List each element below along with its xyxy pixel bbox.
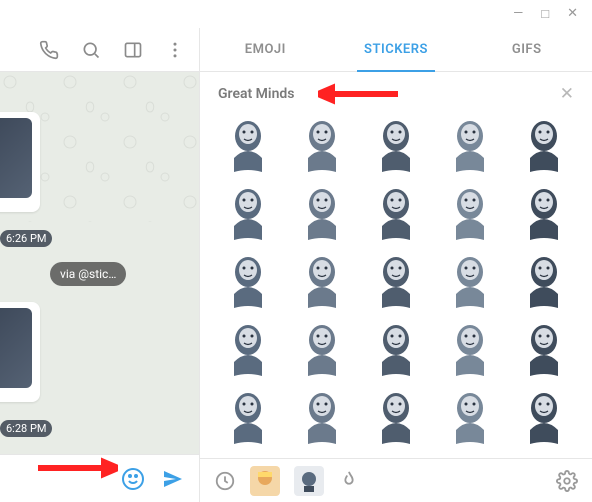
sticker-feynman[interactable] [292, 386, 352, 446]
recent-icon[interactable] [214, 470, 236, 492]
message-bubble[interactable] [0, 112, 40, 212]
sticker-mercury[interactable] [366, 114, 426, 174]
sticker-chaplin[interactable] [514, 318, 574, 378]
sticker-cartoon-woman[interactable] [292, 114, 352, 174]
sticker-dali[interactable] [218, 114, 278, 174]
emoji-button[interactable] [121, 467, 145, 491]
sticker-armstrong[interactable] [440, 318, 500, 378]
trending-icon[interactable] [338, 470, 360, 492]
send-button[interactable] [161, 467, 185, 491]
sticker-cobain[interactable] [218, 318, 278, 378]
sticker-newton[interactable] [440, 386, 500, 446]
close-icon[interactable]: ✕ [560, 84, 574, 104]
window-controls: — □ ✕ [499, 0, 592, 28]
sticker-panel: EMOJI STICKERS GIFS Great Minds ✕ [200, 28, 592, 502]
sticker-twain[interactable] [440, 182, 500, 242]
sticker-lennon[interactable] [366, 318, 426, 378]
timestamp: 6:26 PM [0, 230, 52, 247]
sticker-cleopatra[interactable] [366, 250, 426, 310]
timestamp: 6:28 PM [0, 420, 52, 437]
sticker-einstein[interactable] [514, 386, 574, 446]
tab-emoji[interactable]: EMOJI [200, 28, 331, 71]
sticker-grid-scroll[interactable] [200, 110, 592, 458]
sticker-harry-potter[interactable] [218, 250, 278, 310]
sticker-hendrix[interactable] [440, 250, 500, 310]
pack-thumb[interactable] [294, 466, 324, 496]
sticker-elvis[interactable] [292, 182, 352, 242]
sticker-franklin[interactable] [514, 250, 574, 310]
message-bubble[interactable] [0, 302, 40, 402]
via-badge[interactable]: via @stic… [50, 262, 126, 286]
sticker-bottom-bar [200, 458, 592, 502]
settings-icon[interactable] [556, 470, 578, 492]
sticker-bust[interactable] [366, 386, 426, 446]
sticker-che[interactable] [440, 114, 500, 174]
chat-column: 6:26 PM via @stic… 6:28 PM [0, 28, 200, 502]
chat-toolbar [0, 28, 199, 72]
sticker-gandhi[interactable] [292, 250, 352, 310]
sidebar-icon[interactable] [123, 40, 143, 60]
media-tabs: EMOJI STICKERS GIFS [200, 28, 592, 72]
sticker-steve-jobs[interactable] [514, 114, 574, 174]
minimize-button[interactable]: — [513, 6, 523, 22]
maximize-button[interactable]: □ [541, 6, 549, 22]
tab-gifs[interactable]: GIFS [461, 28, 592, 71]
tab-stickers[interactable]: STICKERS [331, 28, 462, 71]
compose-bar [0, 454, 199, 502]
sticker-marilyn[interactable] [218, 182, 278, 242]
pack-thumb[interactable] [250, 466, 280, 496]
sticker-washington[interactable] [514, 182, 574, 242]
search-icon[interactable] [81, 40, 101, 60]
sticker-poirot[interactable] [366, 182, 426, 242]
pack-title: Great Minds [218, 86, 294, 102]
sticker-grid [218, 114, 580, 446]
pack-header: Great Minds ✕ [200, 72, 592, 110]
chat-area[interactable]: 6:26 PM via @stic… 6:28 PM [0, 72, 199, 454]
close-window-button[interactable]: ✕ [567, 6, 578, 22]
call-icon[interactable] [39, 40, 59, 60]
sticker-spock[interactable] [292, 318, 352, 378]
more-icon[interactable] [165, 40, 185, 60]
sticker-poe[interactable] [218, 386, 278, 446]
